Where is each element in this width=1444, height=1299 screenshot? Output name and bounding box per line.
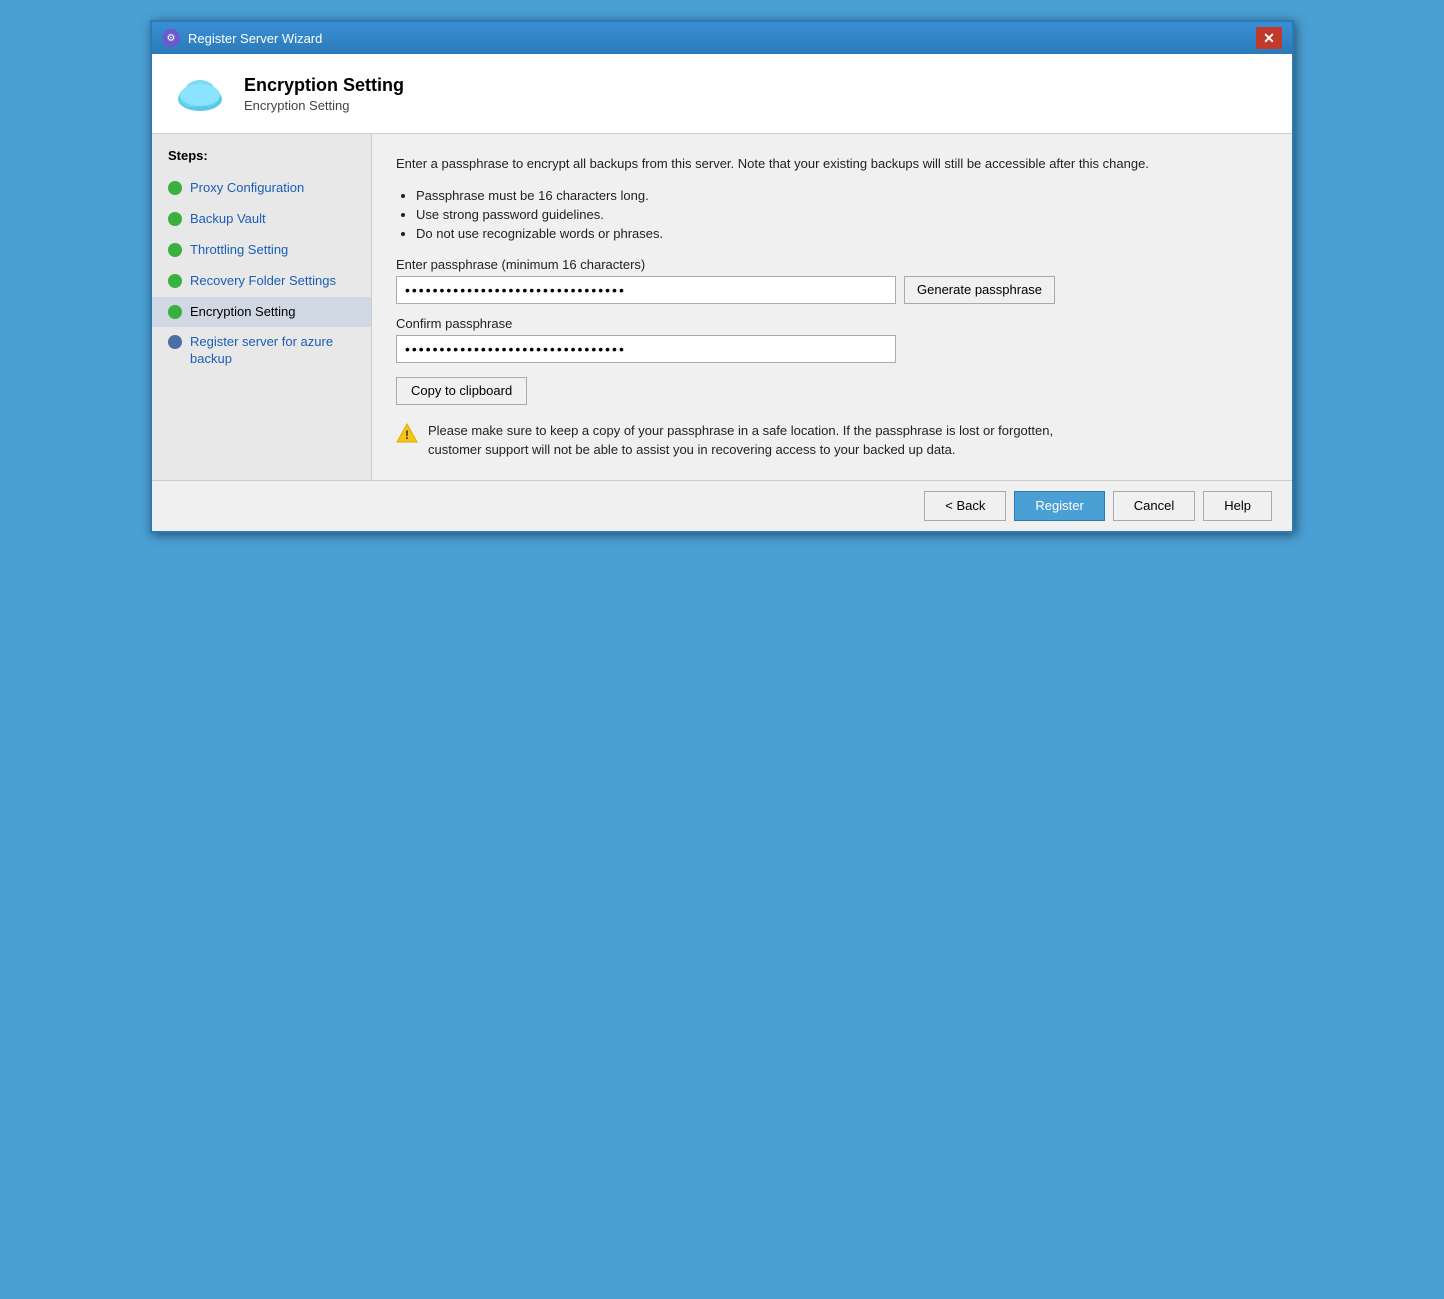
cancel-button[interactable]: Cancel	[1113, 491, 1195, 521]
bullet-1: Passphrase must be 16 characters long.	[416, 188, 1268, 203]
bullet-2: Use strong password guidelines.	[416, 207, 1268, 222]
window-title: Register Server Wizard	[188, 31, 322, 46]
confirm-label: Confirm passphrase	[396, 316, 1268, 331]
svg-text:!: !	[405, 428, 409, 442]
confirm-row	[396, 335, 1268, 363]
sidebar-item-label-throttling: Throttling Setting	[190, 242, 288, 259]
page-title: Encryption Setting	[244, 75, 404, 96]
app-icon: ⚙	[162, 29, 180, 47]
sidebar-item-label-vault: Backup Vault	[190, 211, 266, 228]
bullet-3: Do not use recognizable words or phrases…	[416, 226, 1268, 241]
sidebar-item-label-proxy: Proxy Configuration	[190, 180, 304, 197]
sidebar-item-register[interactable]: Register server for azure backup	[152, 327, 371, 375]
step-dot-encryption	[168, 305, 182, 319]
page-subtitle: Encryption Setting	[244, 98, 404, 113]
header-text: Encryption Setting Encryption Setting	[244, 75, 404, 113]
warning-text: Please make sure to keep a copy of your …	[428, 421, 1096, 460]
requirements-list: Passphrase must be 16 characters long. U…	[416, 188, 1268, 241]
cloud-icon	[172, 71, 228, 113]
sidebar-item-label-recovery: Recovery Folder Settings	[190, 273, 336, 290]
sidebar-item-throttling[interactable]: Throttling Setting	[152, 235, 371, 266]
warning-box: ! Please make sure to keep a copy of you…	[396, 421, 1096, 460]
step-dot-recovery	[168, 274, 182, 288]
passphrase-label: Enter passphrase (minimum 16 characters)	[396, 257, 1268, 272]
close-button[interactable]: ✕	[1256, 27, 1282, 49]
title-bar-left: ⚙ Register Server Wizard	[162, 29, 322, 47]
description-text: Enter a passphrase to encrypt all backup…	[396, 154, 1268, 174]
step-dot-throttling	[168, 243, 182, 257]
title-bar: ⚙ Register Server Wizard ✕	[152, 22, 1292, 54]
confirm-passphrase-input[interactable]	[396, 335, 896, 363]
footer: < Back Register Cancel Help	[152, 480, 1292, 531]
sidebar-item-label-register: Register server for azure backup	[190, 334, 355, 368]
step-dot-proxy	[168, 181, 182, 195]
sidebar-item-label-encryption: Encryption Setting	[190, 304, 296, 321]
sidebar: Steps: Proxy Configuration Backup Vault …	[152, 134, 372, 480]
steps-label: Steps:	[152, 148, 371, 173]
copy-to-clipboard-button[interactable]: Copy to clipboard	[396, 377, 527, 405]
wizard-window: ⚙ Register Server Wizard ✕ Encryption Se…	[150, 20, 1294, 533]
warning-icon: !	[396, 422, 418, 450]
sidebar-item-encryption[interactable]: Encryption Setting	[152, 297, 371, 328]
step-dot-register	[168, 335, 182, 349]
sidebar-item-vault[interactable]: Backup Vault	[152, 204, 371, 235]
passphrase-input[interactable]	[396, 276, 896, 304]
sidebar-item-recovery[interactable]: Recovery Folder Settings	[152, 266, 371, 297]
back-button[interactable]: < Back	[924, 491, 1006, 521]
step-dot-vault	[168, 212, 182, 226]
help-button[interactable]: Help	[1203, 491, 1272, 521]
passphrase-row: Generate passphrase	[396, 276, 1268, 304]
generate-passphrase-button[interactable]: Generate passphrase	[904, 276, 1055, 304]
sidebar-item-proxy[interactable]: Proxy Configuration	[152, 173, 371, 204]
content-area: Steps: Proxy Configuration Backup Vault …	[152, 134, 1292, 480]
cloud-icon-container	[172, 71, 228, 116]
header-area: Encryption Setting Encryption Setting	[152, 54, 1292, 134]
register-button[interactable]: Register	[1014, 491, 1104, 521]
main-content-area: Enter a passphrase to encrypt all backup…	[372, 134, 1292, 480]
